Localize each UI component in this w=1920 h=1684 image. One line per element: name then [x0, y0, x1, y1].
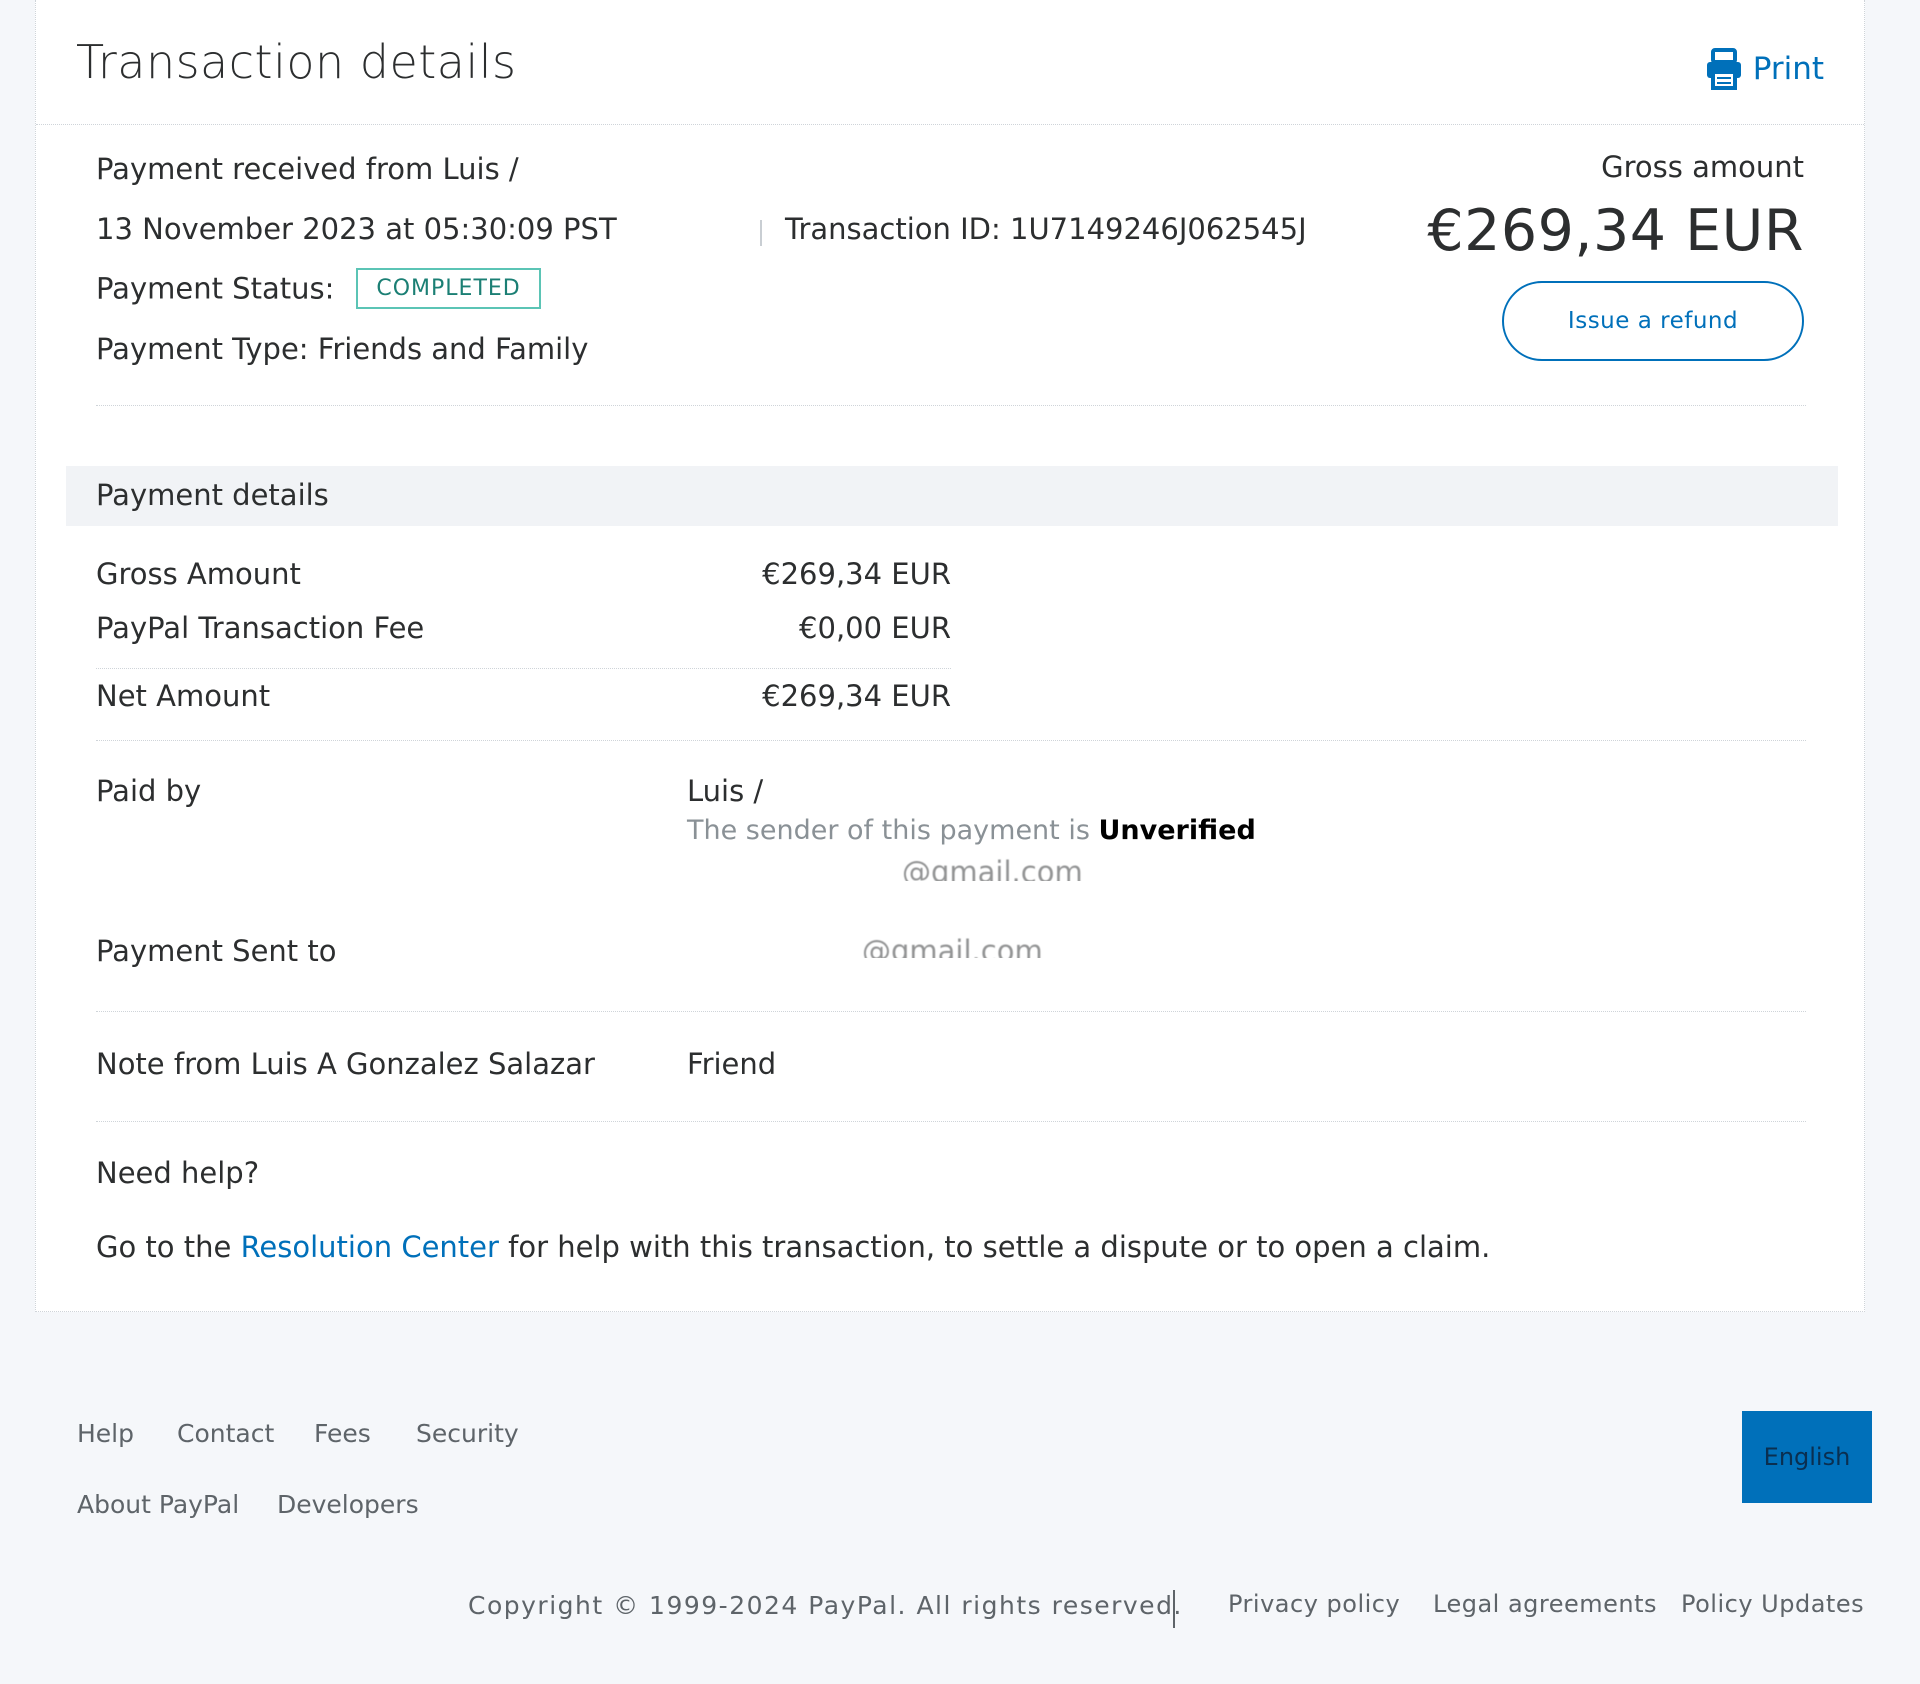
- sender-verification: The sender of this payment is Unverified: [687, 815, 1256, 846]
- payment-type: Payment Type: Friends and Family: [96, 332, 589, 366]
- help-text-before: Go to the: [96, 1230, 232, 1264]
- footer-link-contact[interactable]: Contact: [177, 1419, 274, 1448]
- issue-refund-button[interactable]: Issue a refund: [1502, 281, 1804, 361]
- print-button[interactable]: Print: [1705, 48, 1824, 90]
- copyright-text: Copyright © 1999-2024 PayPal. All rights…: [468, 1591, 1183, 1620]
- received-from: Payment received from Luis /: [96, 152, 519, 186]
- policy-updates-link[interactable]: Policy Updates: [1681, 1590, 1864, 1618]
- paid-by-email: @gmail.com: [687, 855, 1083, 881]
- payment-details-header: Payment details: [66, 466, 1838, 526]
- note-value: Friend: [687, 1047, 777, 1081]
- net-amount-row-value: €269,34 EUR: [762, 679, 951, 713]
- note-label: Note from Luis A Gonzalez Salazar: [96, 1047, 595, 1081]
- fee-row-value: €0,00 EUR: [799, 611, 951, 645]
- footer-link-about-wrap: About PayPal: [77, 1490, 239, 1519]
- privacy-policy-link[interactable]: Privacy policy: [1228, 1590, 1400, 1618]
- footer-link-about-paypal[interactable]: About PayPal: [77, 1490, 239, 1519]
- transaction-id: Transaction ID: 1U7149246J062545J: [785, 212, 1307, 246]
- payment-details-title: Payment details: [96, 478, 329, 512]
- payment-sent-to-label: Payment Sent to: [96, 934, 337, 968]
- need-help-title: Need help?: [96, 1156, 260, 1190]
- sender-note: The sender of this payment is: [687, 815, 1090, 846]
- copyright-separator: [1173, 1590, 1175, 1628]
- footer-link-help[interactable]: Help: [77, 1419, 134, 1448]
- sender-status: Unverified: [1098, 815, 1256, 846]
- gross-amount-label: Gross amount: [1601, 150, 1804, 184]
- footer-link-developers-wrap: Developers: [277, 1490, 419, 1519]
- resolution-center-link[interactable]: Resolution Center: [241, 1230, 499, 1264]
- gross-amount-value: €269,34 EUR: [1427, 198, 1804, 264]
- payment-sent-to-text: @gmail.com: [862, 934, 1043, 958]
- transaction-date: 13 November 2023 at 05:30:09 PST: [96, 212, 617, 246]
- language-button[interactable]: English: [1742, 1411, 1872, 1503]
- page-title: Transaction details: [76, 35, 517, 89]
- printer-icon: [1705, 48, 1743, 90]
- footer-link-fees-wrap: Fees: [314, 1419, 371, 1448]
- print-label: Print: [1752, 51, 1824, 87]
- payment-status: Payment Status: COMPLETED: [96, 268, 541, 311]
- paid-by-email-text: @gmail.com: [902, 855, 1083, 881]
- transaction-card: Transaction details Print Payment receiv…: [35, 0, 1865, 1312]
- card-header: Transaction details Print: [36, 0, 1864, 125]
- help-text-after: for help with this transaction, to settl…: [508, 1230, 1491, 1264]
- gross-amount-row-value: €269,34 EUR: [762, 557, 951, 591]
- note-divider: [96, 1121, 1806, 1122]
- footer-links-row1: Help: [77, 1419, 134, 1448]
- net-divider: [96, 668, 951, 669]
- gross-summary: Gross amount €269,34 EUR: [1427, 150, 1804, 264]
- footer-link-developers[interactable]: Developers: [277, 1490, 419, 1519]
- footer-link-fees[interactable]: Fees: [314, 1419, 371, 1448]
- status-badge: COMPLETED: [356, 268, 541, 309]
- paid-by-label: Paid by: [96, 774, 202, 808]
- payment-sent-to-value: @gmail.com: [687, 934, 1043, 958]
- summary-divider: [96, 405, 1806, 406]
- payment-status-label: Payment Status:: [96, 271, 335, 306]
- date-separator: [760, 220, 762, 246]
- sent-to-divider: [96, 1011, 1806, 1012]
- paid-by-name: Luis /: [687, 774, 764, 808]
- legal-agreements-link[interactable]: Legal agreements: [1433, 1590, 1657, 1618]
- footer-link-security-wrap: Security: [416, 1419, 519, 1448]
- help-text: Go to the Resolution Center for help wit…: [96, 1230, 1490, 1264]
- footer-link-contact-wrap: Contact: [177, 1419, 274, 1448]
- amounts-divider: [96, 740, 1806, 741]
- footer-link-security[interactable]: Security: [416, 1419, 519, 1448]
